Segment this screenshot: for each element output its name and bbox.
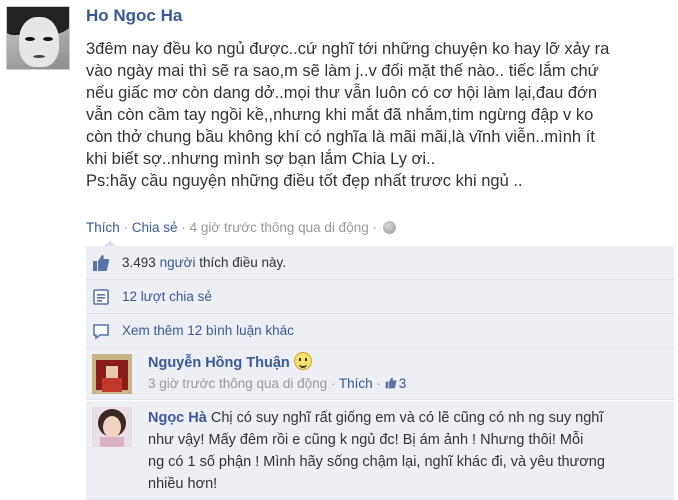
comment-item: Nguyễn Hồng Thuận 3 giờ trước thông qua …	[86, 348, 674, 400]
comment-like-count[interactable]: 3	[385, 376, 407, 391]
comment-like-number: 3	[398, 376, 407, 391]
post-timestamp: 4 giờ trước thông qua di động	[189, 220, 369, 235]
shares-link[interactable]: 12 lượt chia sẻ	[122, 289, 212, 304]
post-line: khi biết sợ..nhưng mình sợ bạn lắm Chia …	[86, 150, 436, 168]
commenter-avatar-image	[92, 407, 132, 447]
comment-line: nhiều hơn!	[148, 476, 218, 492]
avatar-eye-left	[25, 37, 35, 41]
share-icon	[93, 289, 109, 305]
post-line: vào ngày mai thì sẽ ra sao,m sẽ làm j..v…	[86, 62, 599, 80]
post-message: 3đêm nay đều ko ngủ được..cứ nghĩ tới nh…	[86, 38, 674, 192]
facebook-post: Ho Ngoc Ha 3đêm nay đều ko ngủ được..cứ …	[0, 0, 678, 500]
post-line: Ps:hãy cầu nguyện những điều tốt đẹp nhấ…	[86, 172, 523, 190]
post-line: 3đêm nay đều ko ngủ được..cứ nghĩ tới nh…	[86, 40, 610, 58]
likes-row[interactable]: 3.493 người thích điều này.	[86, 246, 674, 280]
comment-meta: 3 giờ trước thông qua di động · Thích · …	[148, 376, 406, 391]
separator: ·	[372, 220, 377, 235]
comment-item: Ngọc Hà Chị có suy nghĩ rất giống em và …	[86, 401, 674, 500]
comment-line: Ngọc Hà Chị có suy nghĩ rất giống em và …	[148, 407, 668, 429]
commenter-name[interactable]: Ngọc Hà	[148, 410, 207, 426]
avatar-face	[19, 17, 59, 67]
likes-suffix: thích điều này.	[199, 255, 287, 270]
separator: ·	[181, 220, 186, 235]
commenter-avatar[interactable]	[92, 407, 132, 447]
commenter-avatar[interactable]	[92, 354, 132, 394]
comment-body: Ngọc Hà Chị có suy nghĩ rất giống em và …	[148, 407, 668, 495]
avatar-eye-right	[43, 37, 53, 41]
share-link[interactable]: Chia sẻ	[132, 220, 178, 235]
commenter-avatar-image	[92, 354, 132, 394]
comment-timestamp: 3 giờ trước thông qua di động	[148, 376, 328, 391]
like-link[interactable]: Thích	[86, 220, 120, 235]
separator: ·	[376, 376, 381, 391]
thumbs-up-icon	[93, 255, 110, 271]
comment-like-link[interactable]: Thích	[339, 376, 373, 391]
comment-line: như vậy! Mấy đêm rồi e cũng k ngủ đc! Bị…	[148, 432, 584, 448]
shares-row[interactable]: 12 lượt chia sẻ	[86, 280, 674, 314]
likes-people-link[interactable]: người	[160, 255, 196, 270]
comment-bubble-icon	[93, 324, 109, 340]
author-avatar[interactable]	[6, 6, 70, 70]
commenter-name[interactable]: Nguyễn Hồng Thuận	[148, 352, 312, 371]
post-actions: Thích · Chia sẻ · 4 giờ trước thông qua …	[86, 220, 396, 235]
likes-summary: 3.493 người thích điều này.	[122, 255, 286, 270]
view-more-comments-link[interactable]: Xem thêm 12 bình luận khác	[122, 323, 294, 338]
thumbs-up-icon	[385, 377, 397, 389]
more-comments-row[interactable]: Xem thêm 12 bình luận khác	[86, 314, 674, 348]
post-line: còn thở chung bầu không khí có nghĩa là …	[86, 128, 595, 146]
globe-icon	[382, 221, 396, 234]
post-line: vẫn còn cầm tay ngồi kề,,nhưng khi mắt đ…	[86, 106, 594, 124]
likes-count: 3.493	[122, 255, 156, 270]
post-line: nếu giấc mơ còn dang dở..mọi thư vẫn luô…	[86, 84, 598, 102]
comment-line: ng có 1 số phận ! Mình hãy sống chậm lại…	[148, 454, 605, 470]
author-name[interactable]: Ho Ngoc Ha	[86, 6, 182, 26]
separator: ·	[330, 376, 336, 391]
separator: ·	[123, 220, 129, 235]
smiley-icon	[293, 352, 312, 370]
comment-line-text: Chị có suy nghĩ rất giống em và có lẽ cũ…	[210, 410, 604, 426]
avatar-lips	[33, 55, 45, 58]
commenter-name-text: Nguyễn Hồng Thuận	[148, 355, 290, 371]
